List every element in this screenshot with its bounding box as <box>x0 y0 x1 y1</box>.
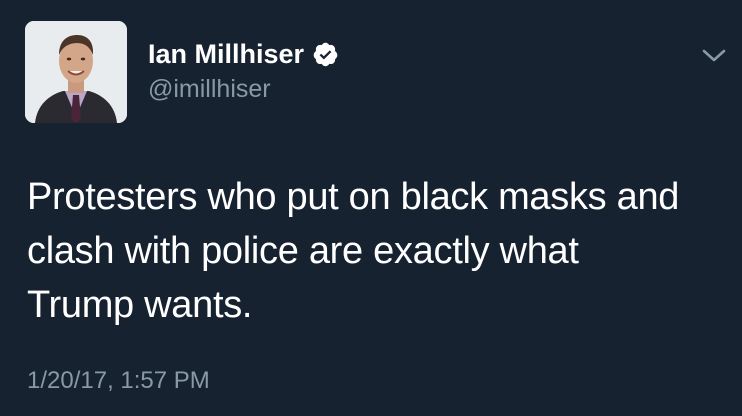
avatar[interactable] <box>25 21 127 123</box>
tweet-card: Ian Millhiser @imillhiser Protesters who… <box>0 0 742 416</box>
tweet-text: Protesters who put on black masks and cl… <box>27 176 680 326</box>
verified-badge-icon <box>313 42 338 66</box>
display-name[interactable]: Ian Millhiser <box>148 38 304 70</box>
timestamp[interactable]: 1/20/17, 1:57 PM <box>27 366 210 396</box>
chevron-down-icon[interactable] <box>700 46 728 66</box>
author-row: Ian Millhiser <box>148 38 339 70</box>
profile-photo <box>25 21 127 123</box>
handle[interactable]: @imillhiser <box>148 74 271 104</box>
